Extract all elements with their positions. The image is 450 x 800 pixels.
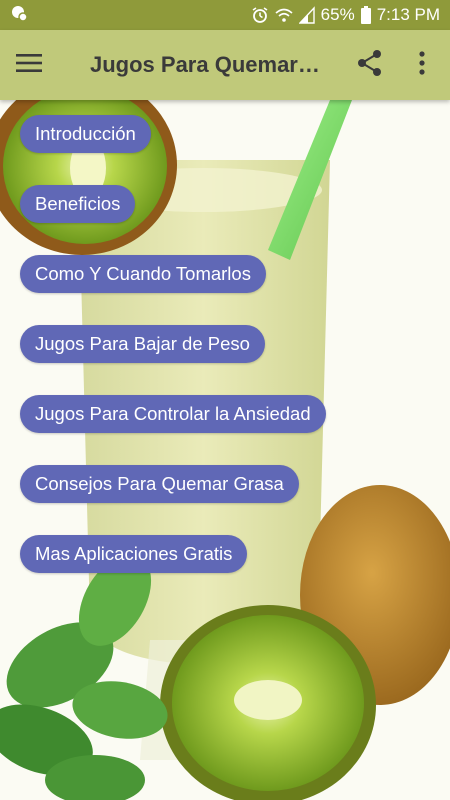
status-bar: 65% 7:13 PM xyxy=(0,0,450,30)
menu-item-mas-aplicaciones[interactable]: Mas Aplicaciones Gratis xyxy=(20,535,248,573)
notification-icon xyxy=(10,4,28,27)
menu-icon xyxy=(16,53,42,78)
menu-button[interactable] xyxy=(0,30,58,100)
more-vert-icon xyxy=(419,50,425,80)
app-title: Jugos Para Quemar… xyxy=(90,52,320,77)
menu-item-beneficios[interactable]: Beneficios xyxy=(20,185,136,223)
clock: 7:13 PM xyxy=(376,5,440,24)
menu-item-como-y-cuando[interactable]: Como Y Cuando Tomarlos xyxy=(20,255,266,293)
share-icon xyxy=(357,49,383,82)
battery-percent: 65% xyxy=(320,5,355,24)
more-options-button[interactable] xyxy=(404,30,440,100)
alarm-icon xyxy=(251,6,269,24)
battery-icon xyxy=(360,6,371,24)
share-button[interactable] xyxy=(350,30,390,100)
menu-item-jugos-bajar-peso[interactable]: Jugos Para Bajar de Peso xyxy=(20,325,265,363)
menu-item-consejos-grasa[interactable]: Consejos Para Quemar Grasa xyxy=(20,465,299,503)
menu-item-jugos-ansiedad[interactable]: Jugos Para Controlar la Ansiedad xyxy=(20,395,326,433)
app-bar: Jugos Para Quemar… xyxy=(0,30,450,100)
signal-icon xyxy=(298,6,315,24)
content-area: Introducción Beneficios Como Y Cuando To… xyxy=(0,100,450,800)
menu-list: Introducción Beneficios Como Y Cuando To… xyxy=(0,100,450,800)
menu-item-introduccion[interactable]: Introducción xyxy=(20,115,151,153)
wifi-icon xyxy=(275,6,293,24)
